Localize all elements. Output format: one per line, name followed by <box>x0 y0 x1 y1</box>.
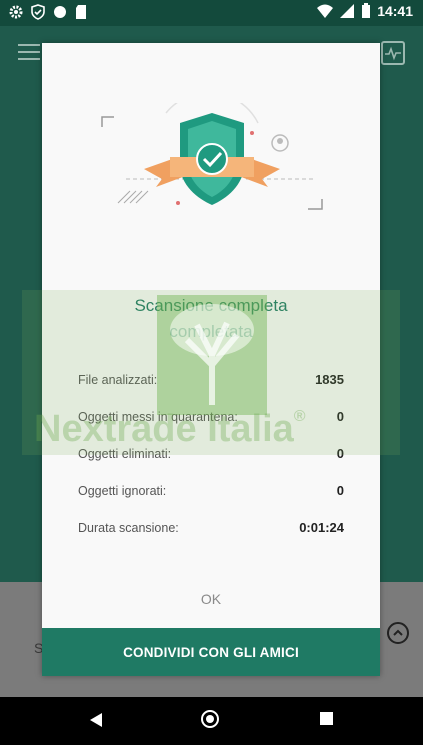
navigation-bar <box>0 697 423 745</box>
result-label: Oggetti messi in quarantena: <box>78 409 238 424</box>
result-row-deleted: Oggetti eliminati: 0 <box>78 435 344 472</box>
result-value: 0:01:24 <box>299 520 344 535</box>
title-line-1: Scansione completa <box>134 296 288 315</box>
home-icon[interactable] <box>201 710 219 728</box>
result-label: File analizzati: <box>78 372 158 387</box>
share-with-friends-button[interactable]: CONDIVIDI CON GLI AMICI <box>42 628 380 676</box>
scan-results: File analizzati: 1835 Oggetti messi in q… <box>78 361 344 546</box>
result-value: 0 <box>336 446 344 461</box>
scan-complete-dialog: Scansione completa completata File anali… <box>42 43 380 676</box>
result-row-quarantined: Oggetti messi in quarantena: 0 <box>78 398 344 435</box>
status-time: 14:41 <box>377 3 413 19</box>
result-value: 1835 <box>315 372 344 387</box>
circle-icon <box>54 6 66 18</box>
dialog-title: Scansione completa completata <box>42 293 380 345</box>
menu-icon[interactable] <box>18 44 40 62</box>
back-icon[interactable] <box>89 712 103 728</box>
shield-check-icon <box>31 4 45 20</box>
activity-icon[interactable] <box>381 41 405 65</box>
recent-apps-icon[interactable] <box>320 712 333 725</box>
sd-card-icon <box>76 5 86 19</box>
chevron-up-icon[interactable] <box>387 622 409 644</box>
gear-icon <box>9 5 23 19</box>
result-row-duration: Durata scansione: 0:01:24 <box>78 509 344 546</box>
signal-icon <box>340 4 355 18</box>
status-bar: 14:41 <box>0 0 423 26</box>
shield-illustration <box>101 103 323 210</box>
result-label: Oggetti ignorati: <box>78 483 167 498</box>
title-line-2: completata <box>169 322 253 341</box>
result-value: 0 <box>336 483 344 498</box>
result-value: 0 <box>336 409 344 424</box>
result-label: Oggetti eliminati: <box>78 446 172 461</box>
result-label: Durata scansione: <box>78 520 179 535</box>
battery-icon <box>362 3 371 18</box>
result-row-ignored: Oggetti ignorati: 0 <box>78 472 344 509</box>
result-row-files: File analizzati: 1835 <box>78 361 344 398</box>
ok-button[interactable]: OK <box>42 591 380 607</box>
wifi-icon <box>317 4 334 18</box>
